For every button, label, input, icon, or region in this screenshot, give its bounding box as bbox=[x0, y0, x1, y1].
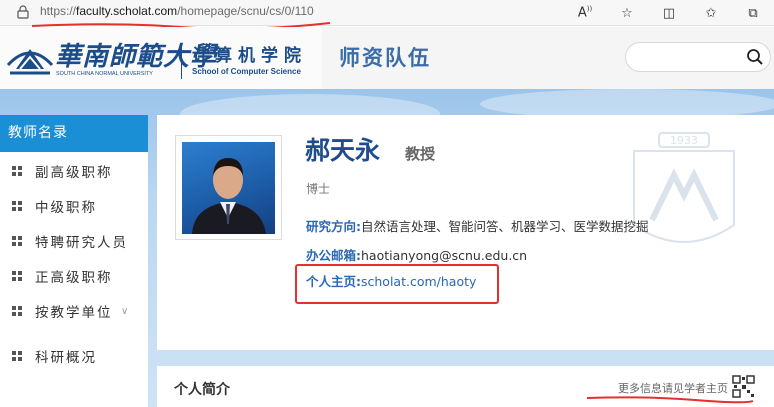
faculty-name: 郝天永 bbox=[305, 136, 381, 165]
school-name-en: School of Computer Science bbox=[192, 67, 301, 76]
grid-icon bbox=[12, 165, 23, 177]
sidebar-heading-faculty-list[interactable]: 教师名录 bbox=[0, 115, 148, 152]
site-header: 華南師範大學 SOUTH CHINA NORMAL UNIVERSITY 计算机… bbox=[0, 27, 774, 89]
university-logo[interactable]: 華南師範大學 SOUTH CHINA NORMAL UNIVERSITY 计算机… bbox=[0, 27, 322, 89]
browser-toolbar: A)) ☆ ◫ ✩ ⧉ bbox=[564, 0, 774, 26]
faculty-rank: 教授 bbox=[405, 145, 436, 163]
grid-icon bbox=[12, 350, 23, 362]
favorites-icon[interactable]: ✩ bbox=[690, 6, 732, 21]
sidebar-item-distinguished-researchers[interactable]: 特聘研究人员 bbox=[0, 224, 148, 258]
university-emblem-icon bbox=[6, 49, 54, 75]
office-email-row: 办公邮箱:haotianyong@scnu.edu.cn bbox=[306, 248, 528, 263]
grid-icon bbox=[12, 305, 23, 317]
divider bbox=[181, 45, 182, 79]
split-screen-icon[interactable]: ◫ bbox=[648, 6, 690, 21]
university-name-en: SOUTH CHINA NORMAL UNIVERSITY bbox=[56, 71, 153, 77]
grid-icon bbox=[12, 270, 23, 282]
faculty-degree: 博士 bbox=[306, 182, 331, 196]
research-direction-row: 研究方向:自然语言处理、智能问答、机器学习、医学数据挖掘 bbox=[306, 219, 649, 234]
sidebar-item-intermediate[interactable]: 中级职称 bbox=[0, 189, 148, 223]
homepage-highlight-annotation bbox=[295, 264, 499, 304]
svg-text:1933: 1933 bbox=[670, 134, 698, 147]
intro-title: 个人简介 bbox=[174, 382, 230, 398]
profile-card: 1933 郝天永 教授 博士 研究方向:自然语言处理、智能问答、机器学习、医学数… bbox=[157, 115, 774, 350]
search-icon[interactable] bbox=[746, 48, 764, 66]
search-input[interactable] bbox=[625, 42, 771, 72]
tab-actions-icon[interactable]: ⧉ bbox=[732, 6, 774, 21]
university-seal-watermark: 1933 bbox=[633, 132, 735, 243]
sidebar-item-by-teaching-unit[interactable]: 按教学单位 ∨ bbox=[0, 294, 148, 328]
favorite-add-icon[interactable]: ☆ bbox=[606, 6, 648, 21]
more-info-underline-annotation bbox=[586, 396, 754, 404]
sidebar-item-research-overview[interactable]: 科研概况 bbox=[0, 339, 148, 373]
sidebar-item-associate-senior[interactable]: 副高级职称 bbox=[0, 154, 148, 188]
section-title: 师资队伍 bbox=[339, 46, 431, 70]
lock-icon bbox=[17, 5, 29, 19]
profile-photo bbox=[175, 135, 282, 240]
person-silhouette-icon bbox=[192, 158, 266, 234]
sidebar: 教师名录 副高级职称 中级职称 特聘研究人员 正高级职称 按教学单位 ∨ 科研概… bbox=[0, 115, 148, 407]
grid-icon bbox=[12, 235, 23, 247]
sidebar-item-full-senior[interactable]: 正高级职称 bbox=[0, 259, 148, 293]
read-aloud-icon[interactable]: A)) bbox=[564, 5, 606, 20]
portrait-image bbox=[182, 142, 275, 234]
grid-icon bbox=[12, 200, 23, 212]
school-name-cn: 计算机学院 bbox=[192, 46, 307, 66]
chevron-down-icon[interactable]: ∨ bbox=[121, 306, 128, 317]
